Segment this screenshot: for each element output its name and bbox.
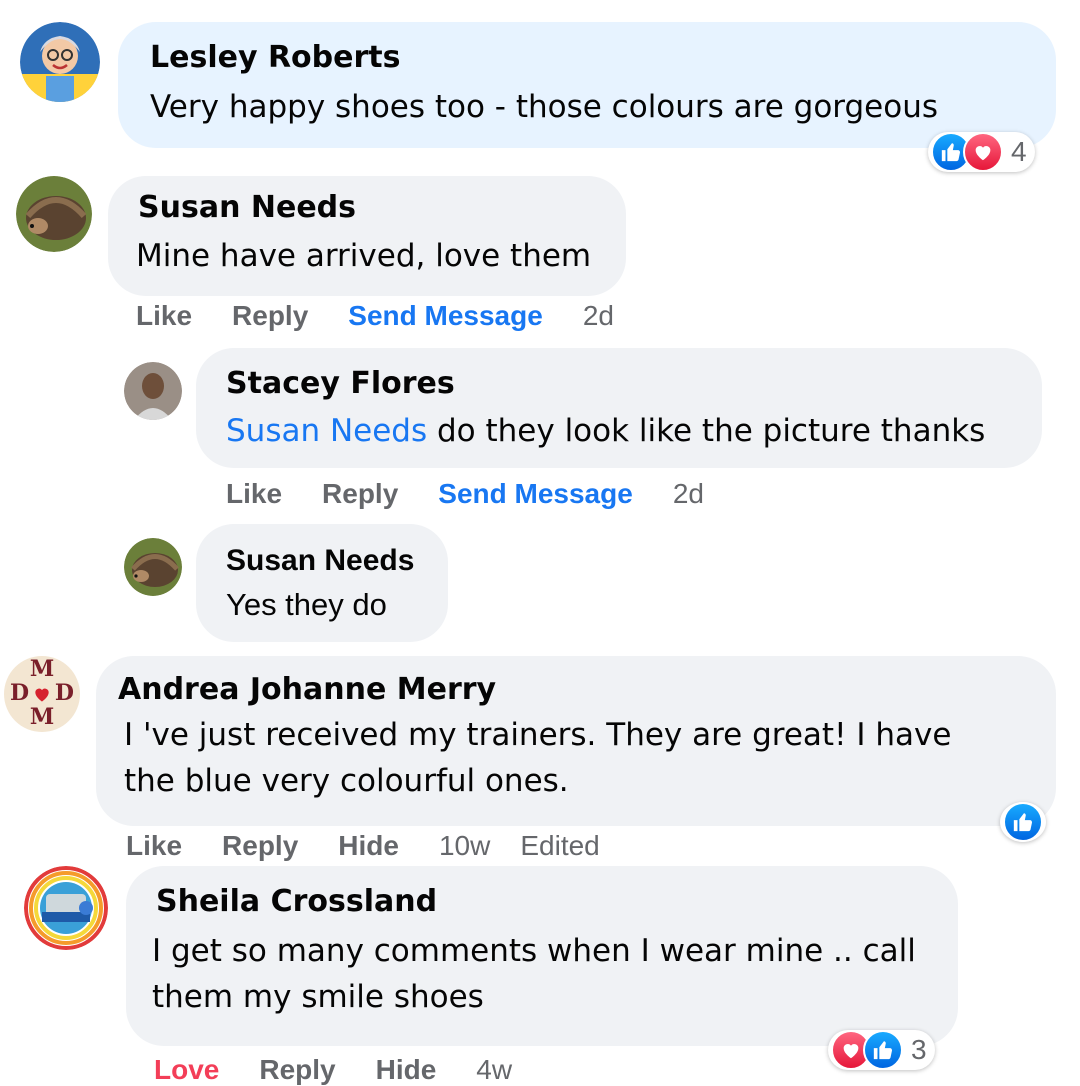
avatar-lesley-roberts[interactable] (20, 22, 100, 102)
comment-bubble-sheila-crossland: Sheila Crossland I get so many comments … (126, 866, 958, 1046)
like-icon (1003, 802, 1043, 842)
hide-button[interactable]: Hide (338, 830, 399, 862)
send-message-button[interactable]: Send Message (438, 478, 633, 510)
like-button[interactable]: Like (136, 300, 192, 332)
comment-actions: Love Reply Hide 4w (154, 1054, 552, 1086)
avatar-susan-needs[interactable] (16, 176, 92, 252)
reaction-count: 3 (911, 1034, 927, 1065)
mention-link[interactable]: Susan Needs (226, 413, 427, 449)
like-button[interactable]: Like (226, 478, 282, 510)
timestamp[interactable]: 2d (583, 300, 614, 332)
reply-button[interactable]: Reply (259, 1054, 335, 1086)
comment-actions: Like Reply Send Message 2d (226, 478, 744, 510)
timestamp[interactable]: 2d (673, 478, 704, 510)
comment-text: I get so many comments when I wear mine … (152, 933, 916, 1015)
edited-label[interactable]: Edited (520, 830, 599, 862)
avatar-stacey-flores[interactable] (124, 362, 182, 420)
comment-author[interactable]: Susan Needs (226, 544, 414, 578)
comment-bubble-susan-needs-reply: Susan Needs Yes they do (196, 524, 448, 642)
reply-button[interactable]: Reply (222, 830, 298, 862)
timestamp[interactable]: 10w (439, 830, 490, 862)
reply-button[interactable]: Reply (232, 300, 308, 332)
avatar-letter: M (29, 656, 55, 682)
reaction-count: 4 (1011, 136, 1027, 167)
comment-author[interactable]: Lesley Roberts (150, 40, 400, 75)
avatar-sheila-crossland[interactable] (24, 866, 108, 950)
like-icon (863, 1030, 903, 1070)
comment-text: Very happy shoes too - those colours are… (150, 89, 939, 125)
comment-author[interactable]: Andrea Johanne Merry (118, 672, 496, 707)
comment-actions: Like Reply Hide 10w Edited (126, 830, 640, 862)
comment-bubble-lesley-roberts: Lesley Roberts Very happy shoes too - th… (118, 22, 1056, 148)
comment-text-body: do they look like the picture thanks (427, 413, 986, 449)
avatar-andrea-johanne-merry[interactable]: M D D M (4, 656, 80, 732)
timestamp[interactable]: 4w (476, 1054, 512, 1086)
comment-author[interactable]: Sheila Crossland (156, 884, 437, 919)
love-button[interactable]: Love (154, 1054, 219, 1086)
comment-bubble-susan-needs: Susan Needs Mine have arrived, love them (108, 176, 626, 296)
comment-author[interactable]: Susan Needs (138, 190, 356, 225)
reaction-summary[interactable] (1000, 802, 1046, 842)
reaction-summary[interactable]: 3 (828, 1030, 935, 1070)
hide-button[interactable]: Hide (376, 1054, 437, 1086)
comment-bubble-stacey-flores: Stacey Flores Susan Needs do they look l… (196, 348, 1042, 468)
avatar-letter: D (54, 680, 74, 706)
comment-text: Mine have arrived, love them (136, 238, 592, 274)
send-message-button[interactable]: Send Message (348, 300, 543, 332)
reply-button[interactable]: Reply (322, 478, 398, 510)
comment-author[interactable]: Stacey Flores (226, 366, 455, 401)
comment-text: Yes they do (226, 587, 387, 622)
comment-actions: Like Reply Send Message 2d (136, 300, 654, 332)
comment-bubble-andrea-johanne-merry: Andrea Johanne Merry I 've just received… (96, 656, 1056, 826)
love-icon (963, 132, 1003, 172)
reaction-summary[interactable]: 4 (928, 132, 1035, 172)
comment-text: Susan Needs do they look like the pictur… (226, 408, 985, 454)
avatar-letter: D (10, 680, 30, 706)
avatar-letter: M (29, 704, 55, 730)
comment-text: I 've just received my trainers. They ar… (124, 717, 952, 799)
like-button[interactable]: Like (126, 830, 182, 862)
avatar-susan-needs[interactable] (124, 538, 182, 596)
